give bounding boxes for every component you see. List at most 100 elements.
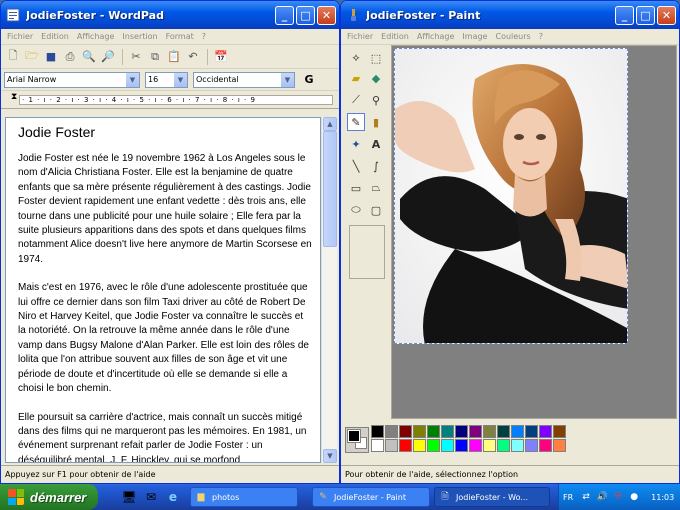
palette-swatch[interactable]	[385, 439, 398, 452]
line-icon[interactable]: ╲	[347, 157, 365, 175]
copy-icon[interactable]: ⧉	[146, 48, 164, 66]
menu-fichier[interactable]: Fichier	[7, 32, 33, 41]
palette-swatch[interactable]	[497, 425, 510, 438]
save-icon[interactable]: ■	[42, 48, 60, 66]
task-paint[interactable]: ✎ JodieFoster - Paint	[312, 487, 430, 507]
scroll-down-icon[interactable]: ▼	[323, 449, 337, 463]
palette-swatch[interactable]	[427, 425, 440, 438]
start-button[interactable]: démarrer	[0, 484, 98, 510]
palette-swatch[interactable]	[399, 425, 412, 438]
color-picker-icon[interactable]: ⟋	[347, 91, 365, 109]
scroll-up-icon[interactable]: ▲	[323, 117, 337, 131]
canvas-area[interactable]	[391, 45, 677, 419]
messenger-icon[interactable]: ●	[627, 490, 641, 504]
menu-image[interactable]: Image	[462, 32, 487, 41]
close-button[interactable]: ✕	[317, 5, 336, 25]
menu-help[interactable]: ?	[539, 32, 543, 41]
show-desktop-icon[interactable]: 🖥	[120, 488, 138, 506]
palette-swatch[interactable]	[553, 439, 566, 452]
document-area[interactable]: Jodie Foster Jodie Foster est née le 19 …	[5, 117, 321, 463]
insert-date-icon[interactable]: 📅	[212, 48, 230, 66]
palette-swatch[interactable]	[469, 439, 482, 452]
minimize-button[interactable]: _	[615, 5, 634, 25]
scroll-thumb[interactable]	[323, 131, 337, 247]
palette-swatch[interactable]	[385, 425, 398, 438]
menu-fichier[interactable]: Fichier	[347, 32, 373, 41]
language-indicator[interactable]: FR	[563, 493, 573, 502]
size-select[interactable]: 16 ▼	[145, 71, 188, 88]
ellipse-icon[interactable]: ⬭	[347, 201, 365, 219]
palette-swatch[interactable]	[483, 439, 496, 452]
menu-help[interactable]: ?	[202, 32, 206, 41]
palette-swatch[interactable]	[427, 439, 440, 452]
palette-swatch[interactable]	[399, 439, 412, 452]
palette-swatch[interactable]	[441, 425, 454, 438]
script-select[interactable]: Occidental ▼	[193, 71, 295, 88]
bold-button[interactable]: G	[300, 71, 318, 89]
palette-swatch[interactable]	[539, 425, 552, 438]
menu-edition[interactable]: Edition	[41, 32, 69, 41]
magnifier-icon[interactable]: ⚲	[367, 91, 385, 109]
palette-swatch[interactable]	[539, 439, 552, 452]
canvas-image[interactable]	[394, 48, 628, 344]
menu-format[interactable]: Format	[166, 32, 194, 41]
chevron-down-icon[interactable]: ▼	[126, 72, 139, 87]
close-button[interactable]: ✕	[657, 5, 676, 25]
paint-titlebar[interactable]: JodieFoster - Paint _ □ ✕	[341, 1, 679, 29]
vertical-scrollbar[interactable]: ▲ ▼	[321, 117, 337, 463]
palette-swatch[interactable]	[371, 439, 384, 452]
pencil-icon[interactable]: ✎	[347, 113, 365, 131]
palette-swatch[interactable]	[455, 439, 468, 452]
palette-swatch[interactable]	[483, 425, 496, 438]
brush-icon[interactable]: ▮	[367, 113, 385, 131]
foreground-color[interactable]	[347, 429, 361, 443]
palette-swatch[interactable]	[413, 425, 426, 438]
network-icon[interactable]: ⇄	[579, 490, 593, 504]
rounded-rect-icon[interactable]: ▢	[367, 201, 385, 219]
palette-swatch[interactable]	[553, 425, 566, 438]
menu-edition[interactable]: Edition	[381, 32, 409, 41]
fill-bucket-icon[interactable]: ◆	[367, 69, 385, 87]
outlook-express-icon[interactable]: ✉	[142, 488, 160, 506]
palette-swatch[interactable]	[511, 439, 524, 452]
paste-icon[interactable]: 📋	[165, 48, 183, 66]
indent-marker-icon[interactable]: ⧗	[11, 92, 17, 102]
palette-swatch[interactable]	[511, 425, 524, 438]
palette-swatch[interactable]	[455, 425, 468, 438]
chevron-down-icon[interactable]: ▼	[281, 72, 294, 87]
print-icon[interactable]: ⎙	[61, 48, 79, 66]
palette-swatch[interactable]	[441, 439, 454, 452]
menu-insertion[interactable]: Insertion	[122, 32, 157, 41]
maximize-button[interactable]: □	[636, 5, 655, 25]
task-photos[interactable]: ▆ photos	[190, 487, 298, 507]
curve-icon[interactable]: ∫	[367, 157, 385, 175]
palette-swatch[interactable]	[413, 439, 426, 452]
rect-select-icon[interactable]: ⬚	[367, 49, 385, 67]
cut-icon[interactable]: ✂	[127, 48, 145, 66]
chevron-down-icon[interactable]: ▼	[174, 72, 187, 87]
airbrush-icon[interactable]: ✦	[347, 135, 365, 153]
palette-swatch[interactable]	[525, 439, 538, 452]
tool-options-box[interactable]	[349, 225, 385, 279]
palette-swatch[interactable]	[497, 439, 510, 452]
palette-swatch[interactable]	[525, 425, 538, 438]
wordpad-titlebar[interactable]: JodieFoster - WordPad _ □ ✕	[1, 1, 339, 29]
ruler[interactable]: ⧗ · 1 · ı · 2 · ı · 3 · ı · 4 · ı · 5 · …	[1, 91, 339, 109]
open-folder-icon[interactable]: 🗁	[23, 48, 41, 66]
internet-explorer-icon[interactable]: e	[164, 488, 182, 506]
palette-swatch[interactable]	[371, 425, 384, 438]
polygon-icon[interactable]: ⏢	[367, 179, 385, 197]
undo-icon[interactable]: ↶	[184, 48, 202, 66]
palette-swatch[interactable]	[469, 425, 482, 438]
minimize-button[interactable]: _	[275, 5, 294, 25]
task-wordpad[interactable]: 🗎 JodieFoster - Wo...	[434, 487, 550, 507]
menu-affichage[interactable]: Affichage	[417, 32, 455, 41]
find-icon[interactable]: 🔎	[99, 48, 117, 66]
text-icon[interactable]: A	[367, 135, 385, 153]
menu-affichage[interactable]: Affichage	[77, 32, 115, 41]
eraser-icon[interactable]: ▰	[347, 69, 365, 87]
font-select[interactable]: Arial Narrow ▼	[4, 71, 140, 88]
volume-icon[interactable]: 🔊	[595, 490, 609, 504]
free-select-icon[interactable]: ⟡	[347, 49, 365, 67]
new-document-icon[interactable]: 🗋	[4, 48, 22, 66]
